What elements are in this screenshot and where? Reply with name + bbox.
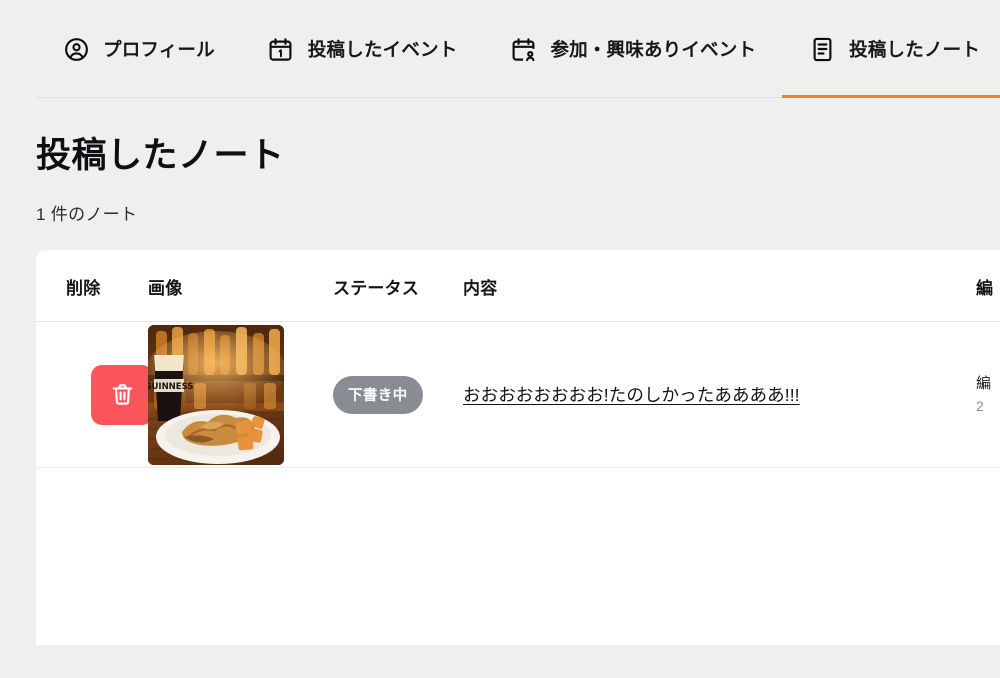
tab-posted-notes-label: 投稿したノート xyxy=(849,39,981,60)
column-header-edit: 編 xyxy=(976,250,1000,323)
note-icon xyxy=(808,35,836,63)
table-header-row: 削除 画像 ステータス 内容 編 xyxy=(36,250,1000,323)
edit-cell-content[interactable]: 編 2 xyxy=(976,372,1000,417)
column-header-status: ステータス xyxy=(333,250,463,323)
tab-profile[interactable]: プロフィール xyxy=(36,0,241,98)
edit-cell-line1: 編 xyxy=(976,375,992,393)
note-count-label: 1 件のノート xyxy=(36,205,138,225)
top-tab-bar: プロフィール 投稿したイベント 参加・興味ありイベント 投稿したノート xyxy=(0,0,1000,98)
table-row: GUINNESS 下書き中 おおおおおおおお!たのしかったああああ!!! 編 2 xyxy=(36,321,1000,469)
notes-table-body: GUINNESS 下書き中 おおおおおおおお!たのしかったああああ!!! 編 2 xyxy=(36,321,1000,469)
note-content-link[interactable]: おおおおおおおお!たのしかったああああ!!! xyxy=(463,385,800,405)
notes-table-card: 削除 画像 ステータス 内容 編 GUINNESS 下書き中 おおおおおおおお!… xyxy=(36,250,1000,646)
column-header-content: 内容 xyxy=(463,250,976,323)
note-thumbnail[interactable]: GUINNESS xyxy=(148,324,284,465)
tab-posted-notes[interactable]: 投稿したノート xyxy=(782,0,1000,98)
tab-posted-events[interactable]: 投稿したイベント xyxy=(241,0,484,98)
calendar-icon xyxy=(267,35,295,63)
cell-content: おおおおおおおお!たのしかったああああ!!! xyxy=(463,321,976,469)
status-badge: 下書き中 xyxy=(333,375,423,414)
user-circle-icon xyxy=(62,35,90,63)
column-header-delete: 削除 xyxy=(36,250,148,323)
tab-posted-events-label: 投稿したイベント xyxy=(307,39,458,60)
edit-cell-line2: 2 xyxy=(976,397,984,414)
trash-icon xyxy=(112,384,132,405)
tab-joined-events[interactable]: 参加・興味ありイベント xyxy=(483,0,782,98)
calendar-user-icon xyxy=(509,35,537,63)
tab-joined-events-label: 参加・興味ありイベント xyxy=(550,39,757,60)
page-title: 投稿したノート xyxy=(36,136,285,175)
page-header: 投稿したノート 1 件のノート xyxy=(0,98,1000,225)
cell-edit: 編 2 xyxy=(976,321,1000,469)
notes-table: 削除 画像 ステータス 内容 編 GUINNESS 下書き中 おおおおおおおお!… xyxy=(36,250,1000,469)
cell-status: 下書き中 xyxy=(333,321,463,469)
cell-image: GUINNESS xyxy=(148,321,333,469)
food-photo: GUINNESS xyxy=(148,324,284,465)
tab-profile-label: プロフィール xyxy=(103,39,215,60)
column-header-image: 画像 xyxy=(148,250,333,323)
delete-note-button[interactable] xyxy=(91,364,153,425)
notes-table-header: 削除 画像 ステータス 内容 編 xyxy=(36,250,1000,323)
cell-delete xyxy=(36,321,153,469)
svg-text:GUINNESS: GUINNESS xyxy=(148,382,193,392)
